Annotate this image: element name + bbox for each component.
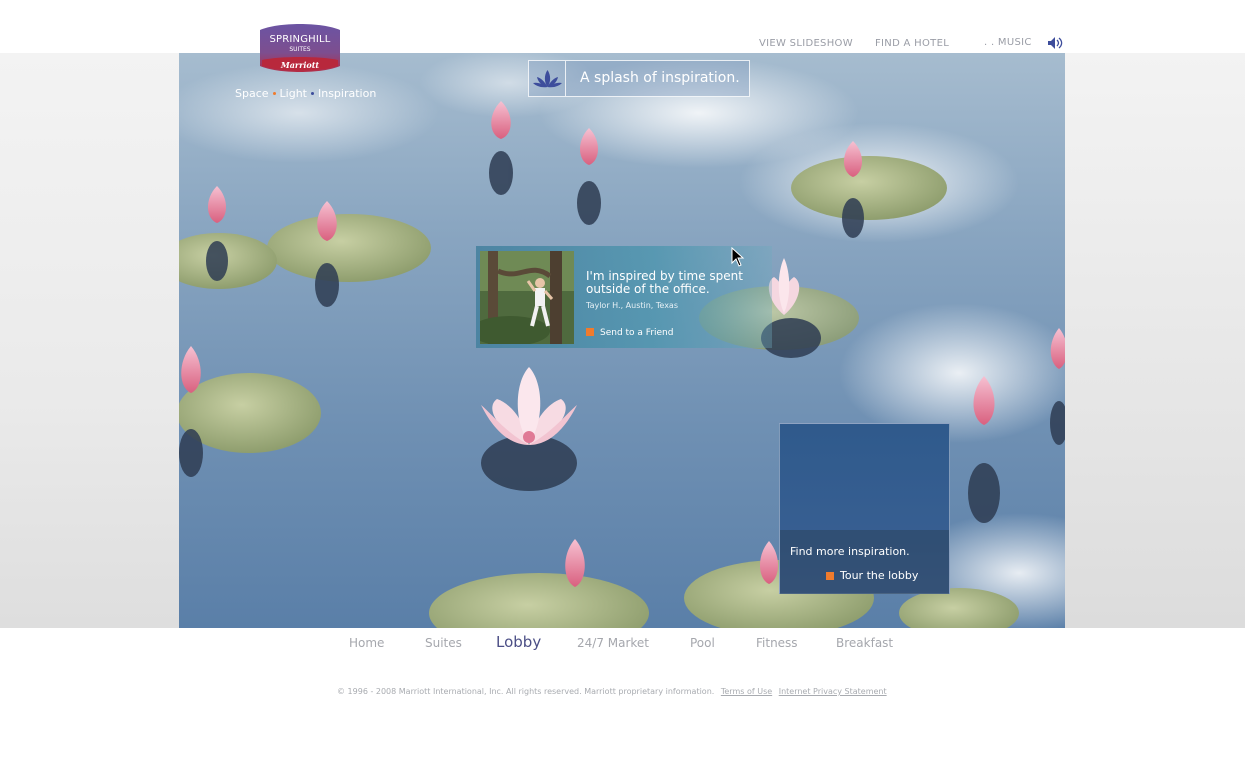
- tagline-inspiration: Inspiration: [317, 87, 377, 100]
- nav-suites[interactable]: Suites: [425, 636, 462, 650]
- splash-text: A splash of inspiration.: [580, 70, 740, 86]
- lotus-flower: [481, 367, 577, 445]
- view-slideshow-link[interactable]: VIEW SLIDESHOW: [759, 38, 853, 49]
- lotus-icon: [529, 61, 566, 96]
- quote-author: Taylor H., Austin, Texas: [586, 301, 678, 310]
- nav-lobby[interactable]: Lobby: [496, 633, 541, 651]
- copyright-text: © 1996 - 2008 Marriott International, In…: [337, 687, 715, 696]
- nav-24-7-market[interactable]: 24/7 Market: [577, 636, 649, 650]
- right-backdrop: [1065, 53, 1245, 628]
- send-to-friend-label: Send to a Friend: [600, 328, 674, 338]
- nav-home[interactable]: Home: [349, 636, 384, 650]
- lobby-tour-box[interactable]: Find more inspiration. Tour the lobby: [779, 423, 950, 594]
- send-to-friend-link[interactable]: Send to a Friend: [586, 328, 673, 338]
- inspiration-quote-card: I'm inspired by time spent outside of th…: [476, 246, 772, 348]
- quote-text: I'm inspired by time spent outside of th…: [586, 269, 743, 296]
- springhill-suites-logo[interactable]: SPRINGHILL SUITES Marriott: [258, 22, 342, 74]
- find-a-hotel-link[interactable]: FIND A HOTEL: [875, 38, 949, 49]
- tagline: Space Light Inspiration: [235, 87, 376, 100]
- nav-pool[interactable]: Pool: [690, 636, 715, 650]
- splash-banner: A splash of inspiration.: [528, 60, 750, 97]
- privacy-statement-link[interactable]: Internet Privacy Statement: [779, 687, 887, 696]
- orange-square-icon: [826, 572, 834, 580]
- left-backdrop: [0, 53, 179, 628]
- nav-fitness[interactable]: Fitness: [756, 636, 798, 650]
- terms-of-use-link[interactable]: Terms of Use: [721, 687, 772, 696]
- tagline-space: Space: [235, 87, 269, 100]
- music-toggle-label[interactable]: . . MUSIC: [984, 37, 1032, 48]
- tagline-light: Light: [279, 87, 307, 100]
- find-more-inspiration-text: Find more inspiration.: [790, 545, 910, 558]
- quote-photo: [480, 251, 574, 344]
- logo-line1: SPRINGHILL: [269, 34, 331, 45]
- lobby-caption: Find more inspiration. Tour the lobby: [780, 530, 949, 594]
- footer: © 1996 - 2008 Marriott International, In…: [337, 687, 887, 696]
- nav-breakfast[interactable]: Breakfast: [836, 636, 893, 650]
- tour-the-lobby-link[interactable]: Tour the lobby: [826, 569, 918, 582]
- speaker-icon[interactable]: [1047, 35, 1065, 49]
- tagline-dot: [272, 91, 276, 95]
- logo-line2: SUITES: [289, 46, 311, 53]
- logo-brand: Marriott: [280, 60, 320, 70]
- tour-the-lobby-label: Tour the lobby: [840, 569, 919, 582]
- mouse-cursor-icon: [731, 246, 745, 267]
- tagline-dot: [310, 91, 314, 95]
- orange-square-icon: [586, 328, 594, 336]
